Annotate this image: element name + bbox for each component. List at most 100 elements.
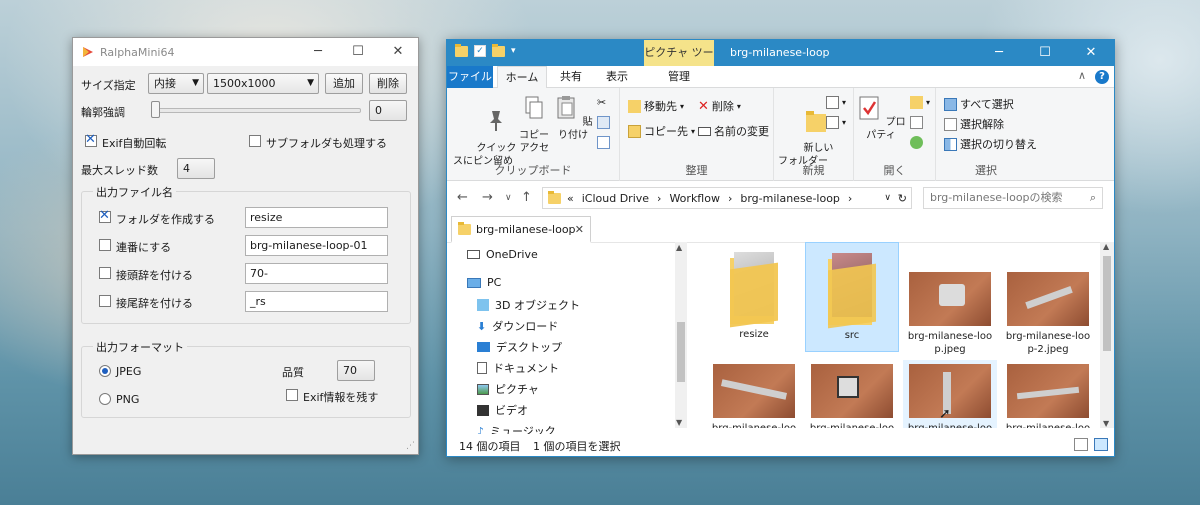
add-button[interactable]: 追加 [325,73,363,94]
picture-tools-tab[interactable]: ピクチャ ツール [644,40,714,85]
size-mode-select[interactable]: 内接 ▼ [148,73,204,94]
easy-access-icon[interactable]: ▾ [826,116,846,129]
serial-input[interactable]: brg-milanese-loop-01 [245,235,388,256]
prefix-checkbox[interactable] [99,267,111,279]
copy-to-button[interactable]: コピー先 ▾ [628,123,695,139]
tab-share[interactable]: 共有 [551,66,591,88]
list-item[interactable]: resize [707,242,801,352]
nav-item-3d[interactable]: 3D オブジェクト [477,297,580,313]
back-arrow-icon[interactable]: ← [457,190,468,205]
subfolder-checkbox[interactable] [249,135,261,147]
scroll-down-icon[interactable]: ▼ [676,418,682,427]
large-icons-view-icon[interactable] [1094,438,1108,451]
invert-selection-button[interactable]: 選択の切り替え [944,136,1037,152]
tab-manage[interactable]: 管理 [657,66,701,88]
png-radio[interactable] [99,393,111,405]
list-item[interactable]: brg-milanese-loo [805,360,899,428]
search-input[interactable]: brg-milanese-loopの検索 ⌕ [923,187,1103,209]
nav-item-downloads[interactable]: ⬇ ダウンロード [477,318,558,334]
scroll-down-icon[interactable]: ▼ [1103,419,1109,428]
nav-pane-scrollbar[interactable]: ▲ ▼ [675,242,687,428]
breadcrumb-icloud[interactable]: iCloud Drive [582,192,649,205]
nav-item-onedrive[interactable]: OneDrive [467,248,538,261]
list-item[interactable]: brg-milanese-loo p.jpeg [903,242,997,355]
properties-button[interactable]: プロパティ [856,94,906,142]
refresh-icon[interactable]: ↻ [898,192,907,205]
scroll-up-icon[interactable]: ▲ [676,243,682,252]
select-none-button[interactable]: 選択解除 [944,116,1004,132]
rename-button[interactable]: 名前の変更 [698,123,769,139]
up-arrow-icon[interactable]: ↑ [521,190,532,205]
sharpen-slider-track[interactable] [153,108,361,113]
tab-view[interactable]: 表示 [597,66,637,88]
list-item[interactable]: src [805,242,899,352]
cut-icon[interactable]: ✂ [597,96,606,109]
close-icon[interactable]: ✕ [1068,40,1114,66]
copy-button[interactable]: コピー [517,94,551,142]
suffix-checkbox[interactable] [99,295,111,307]
paste-shortcut-icon[interactable] [597,136,610,149]
breadcrumb-separator-icon[interactable]: › [848,192,852,205]
nav-item-videos[interactable]: ビデオ [477,402,528,418]
maximize-icon[interactable]: ☐ [338,38,378,66]
paste-button[interactable]: 貼り付け [553,94,593,142]
keep-exif-checkbox[interactable] [286,389,298,401]
close-tab-icon[interactable]: ✕ [575,223,584,236]
edit-icon[interactable] [910,116,923,129]
ralpha-title-bar[interactable]: RalphaMini64 ─ ☐ ✕ [73,38,418,66]
nav-item-pictures[interactable]: ピクチャ [477,381,539,397]
address-overflow[interactable]: « [567,192,574,205]
maximize-icon[interactable]: ☐ [1022,40,1068,66]
breadcrumb-workflow[interactable]: Workflow [669,192,720,205]
close-icon[interactable]: ✕ [378,38,418,66]
new-folder-icon[interactable] [492,43,505,57]
quality-spinbox[interactable]: 70 [337,360,375,381]
suffix-input[interactable]: _rs [245,291,388,312]
minimize-icon[interactable]: ─ [298,38,338,66]
serial-checkbox[interactable] [99,239,111,251]
nav-item-documents[interactable]: ドキュメント [477,360,559,376]
list-item[interactable]: brg-milanese-loo [707,360,801,428]
tab-file[interactable]: ファイル [447,66,493,88]
create-folder-input[interactable]: resize [245,207,388,228]
resize-grip-icon[interactable]: ⋰ [406,441,415,451]
collapse-ribbon-icon[interactable]: ∧ [1078,69,1086,82]
list-item[interactable]: brg-milanese-loo ➚ [903,360,997,428]
folder-tab[interactable]: brg-milanese-loop ✕ [451,216,591,243]
list-item[interactable]: brg-milanese-loo p-2.jpeg [1001,242,1095,355]
select-all-button[interactable]: すべて選択 [944,96,1014,112]
scroll-up-icon[interactable]: ▲ [1103,242,1109,251]
recent-dropdown-icon[interactable]: ∨ [505,193,512,203]
size-value-select[interactable]: 1500x1000 ▼ [207,73,319,94]
breadcrumb-current[interactable]: brg-milanese-loop [740,192,840,205]
create-folder-checkbox[interactable] [99,208,111,223]
history-icon[interactable] [910,136,923,149]
nav-scroll-thumb[interactable] [677,322,685,382]
explorer-title-bar[interactable]: ✓ ▾ ピクチャ ツール brg-milanese-loop ─ ☐ ✕ [447,40,1114,85]
jpeg-radio[interactable] [99,365,111,377]
open-icon[interactable]: ▾ [910,96,930,109]
help-icon[interactable]: ? [1095,70,1109,84]
file-view-scrollbar[interactable]: ▲ ▼ [1100,242,1114,428]
address-dropdown-icon[interactable]: ∨ [884,193,891,203]
address-bar[interactable]: « iCloud Drive › Workflow › brg-milanese… [542,187,912,209]
nav-item-pc[interactable]: PC [467,276,501,289]
forward-arrow-icon[interactable]: → [482,190,493,205]
breadcrumb-separator-icon[interactable]: › [657,192,661,205]
new-item-icon[interactable]: ▾ [826,96,846,109]
details-view-icon[interactable] [1074,438,1088,451]
breadcrumb-separator-icon[interactable]: › [728,192,732,205]
move-to-button[interactable]: 移動先 ▾ [628,98,684,114]
exif-rotate-checkbox[interactable] [85,132,97,147]
prefix-input[interactable]: 70- [245,263,388,284]
tab-home[interactable]: ホーム [497,66,547,89]
nav-item-desktop[interactable]: デスクトップ [477,339,562,355]
file-scroll-thumb[interactable] [1103,256,1111,351]
copy-path-icon[interactable] [597,116,610,129]
max-threads-spinbox[interactable]: 4 [177,158,215,179]
minimize-icon[interactable]: ─ [976,40,1022,66]
delete-button[interactable]: 削除 [369,73,407,94]
list-item[interactable]: brg-milanese-loo [1001,360,1095,428]
delete-file-button[interactable]: ✕ 削除 ▾ [698,98,741,114]
customize-qat-icon[interactable]: ▾ [511,46,516,56]
